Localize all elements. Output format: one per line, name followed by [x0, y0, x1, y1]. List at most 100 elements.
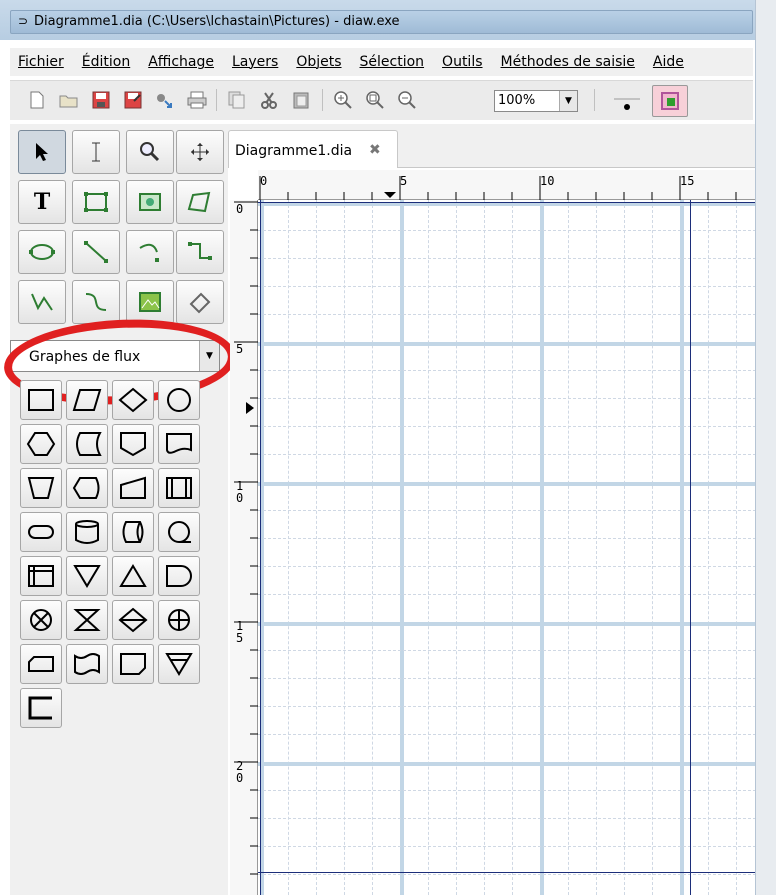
- polygon-tool-icon[interactable]: [176, 180, 224, 224]
- grid-line: [258, 706, 776, 707]
- zoom-value: 100%: [498, 93, 536, 108]
- grid-line: [258, 482, 776, 486]
- page-boundary: [258, 872, 776, 873]
- flowchart-sort-icon[interactable]: [112, 600, 154, 640]
- tab-diagramme1[interactable]: Diagramme1.dia ✖: [228, 130, 398, 168]
- grid-line: [258, 874, 776, 875]
- menu-objets[interactable]: Objets: [288, 54, 351, 70]
- select-tool-icon[interactable]: [18, 130, 66, 174]
- save-as-icon[interactable]: [122, 89, 144, 111]
- menu-outils[interactable]: Outils: [434, 54, 492, 70]
- ruler-label: 1 5: [236, 619, 244, 645]
- chevron-down-icon[interactable]: ▼: [559, 91, 577, 111]
- flowchart-or-icon[interactable]: [158, 600, 200, 640]
- flowchart-internal-storage-icon[interactable]: [20, 556, 62, 596]
- flowchart-offline-storage-icon[interactable]: [112, 644, 154, 684]
- title-bar: ⊃ Diagramme1.dia (C:\Users\lchastain\Pic…: [0, 0, 776, 40]
- ellipse-tool-icon[interactable]: [18, 230, 66, 274]
- save-icon[interactable]: [90, 89, 112, 111]
- snap-to-grid-icon[interactable]: [612, 87, 642, 115]
- flowchart-merge-icon[interactable]: [66, 556, 108, 596]
- grid-line: [258, 342, 776, 346]
- grid-line: [258, 258, 776, 259]
- menu-layers[interactable]: Layers: [224, 54, 288, 70]
- zoom-combo[interactable]: 100% ▼: [494, 90, 578, 112]
- close-icon[interactable]: ✖: [369, 142, 381, 158]
- zoom-in-icon[interactable]: [332, 89, 354, 111]
- menu-aide[interactable]: Aide: [645, 54, 694, 70]
- box-tool-icon[interactable]: [72, 180, 120, 224]
- grid-line: [258, 426, 776, 427]
- text-edit-tool-icon[interactable]: [72, 130, 120, 174]
- layers-icon[interactable]: [652, 85, 688, 117]
- flowchart-direct-access-icon[interactable]: [112, 512, 154, 552]
- toolbox-panel: T Graphes de flux ▼: [1, 124, 239, 895]
- cut-icon[interactable]: [258, 89, 280, 111]
- flowchart-preparation-icon[interactable]: [20, 424, 62, 464]
- flowchart-manual-operation-icon[interactable]: [20, 468, 62, 508]
- flowchart-delay-icon[interactable]: [158, 556, 200, 596]
- flowchart-transport-icon[interactable]: [158, 644, 200, 684]
- flowchart-display-icon[interactable]: [66, 468, 108, 508]
- ruler-pointer-icon: [246, 402, 254, 414]
- flowchart-card-icon[interactable]: [20, 644, 62, 684]
- export-icon[interactable]: [154, 89, 176, 111]
- menu-edition[interactable]: Édition: [74, 54, 140, 70]
- menu-affichage[interactable]: Affichage: [140, 54, 224, 70]
- image-tool-icon[interactable]: [126, 180, 174, 224]
- scroll-tool-icon[interactable]: [176, 130, 224, 174]
- flowchart-sequential-access-icon[interactable]: [158, 512, 200, 552]
- ruler-label: 5: [400, 174, 408, 188]
- flowchart-predefined-process-icon[interactable]: [158, 468, 200, 508]
- flowchart-summing-junction-icon[interactable]: [20, 600, 62, 640]
- flowchart-document-icon[interactable]: [158, 424, 200, 464]
- page-boundary: [258, 202, 776, 203]
- menu-fichier[interactable]: Fichier: [10, 54, 74, 70]
- flowchart-connector-icon[interactable]: [158, 380, 200, 420]
- flowchart-data-icon[interactable]: [66, 380, 108, 420]
- flowchart-collate-icon[interactable]: [66, 600, 108, 640]
- arc-tool-icon[interactable]: [126, 230, 174, 274]
- flowchart-magnetic-disk-icon[interactable]: [66, 512, 108, 552]
- open-icon[interactable]: [58, 89, 80, 111]
- copy-icon[interactable]: [226, 89, 248, 111]
- bezier-tool-icon[interactable]: [72, 280, 120, 324]
- toolbar-separator: [216, 89, 217, 111]
- new-icon[interactable]: [26, 89, 48, 111]
- flowchart-process-icon[interactable]: [20, 380, 62, 420]
- grid-line: [258, 398, 776, 399]
- menu-methodes-de-saisie[interactable]: Méthodes de saisie: [493, 54, 645, 70]
- print-icon[interactable]: [186, 89, 208, 111]
- flowchart-offpage-icon[interactable]: [112, 424, 154, 464]
- line-tool-icon[interactable]: [72, 230, 120, 274]
- magnify-tool-icon[interactable]: [126, 130, 174, 174]
- dia-app-icon: ⊃: [18, 14, 29, 28]
- vertical-ruler: 0 5 1 0 1 5 2 0: [230, 200, 258, 895]
- flowchart-terminal-icon[interactable]: [20, 512, 62, 552]
- beziergon-tool-icon[interactable]: [176, 280, 224, 324]
- grid-line: [258, 650, 776, 651]
- ruler-label: 5: [236, 342, 244, 356]
- flowchart-annotation-icon[interactable]: [20, 688, 62, 728]
- polyline-tool-icon[interactable]: [18, 280, 66, 324]
- zoom-out-icon[interactable]: [396, 89, 418, 111]
- paste-icon[interactable]: [290, 89, 312, 111]
- grid-line: [258, 370, 776, 371]
- grid-line: [258, 790, 776, 791]
- flowchart-stored-data-icon[interactable]: [66, 424, 108, 464]
- grid-line: [258, 734, 776, 735]
- text-tool-icon[interactable]: T: [18, 180, 66, 224]
- flowchart-punched-tape-icon[interactable]: [66, 644, 108, 684]
- menu-selection[interactable]: Sélection: [352, 54, 435, 70]
- flowchart-manual-input-icon[interactable]: [112, 468, 154, 508]
- zigzag-tool-icon[interactable]: [176, 230, 224, 274]
- ruler-pointer-icon: [384, 192, 396, 198]
- window-right-edge: [755, 0, 776, 895]
- zoom-fit-icon[interactable]: [364, 89, 386, 111]
- outline-tool-icon[interactable]: [126, 280, 174, 324]
- diagram-canvas[interactable]: [258, 200, 776, 895]
- grid-line: [258, 538, 776, 539]
- ruler-label: 0: [236, 202, 244, 216]
- flowchart-extract-icon[interactable]: [112, 556, 154, 596]
- flowchart-decision-icon[interactable]: [112, 380, 154, 420]
